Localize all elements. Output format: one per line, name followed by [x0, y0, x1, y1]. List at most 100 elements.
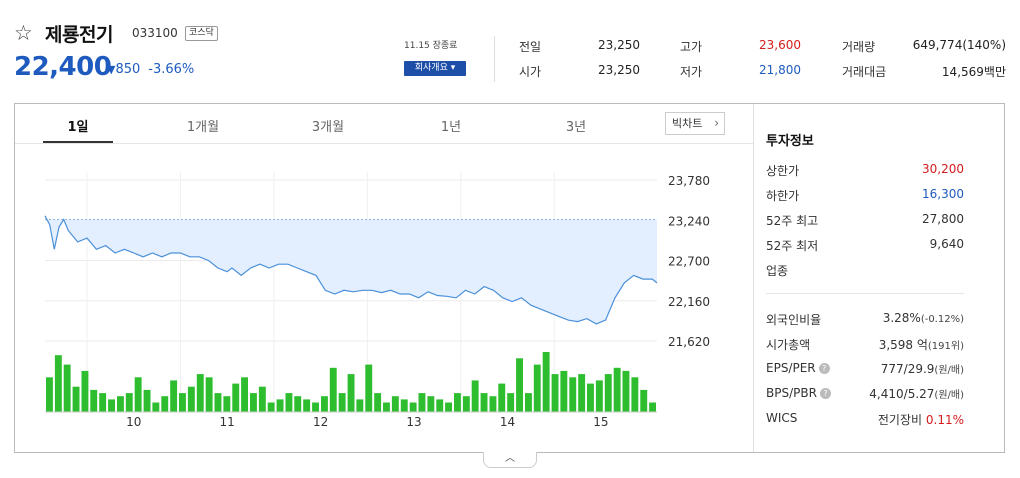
volume-bar [374, 393, 382, 412]
low-label: 저가 [680, 65, 703, 79]
volume-bar [223, 396, 231, 412]
x-tick-label: 15 [593, 415, 608, 429]
high-value: 23,600 [759, 38, 801, 52]
eps-per-number: 777/29.9 [880, 362, 935, 376]
volume-bar [312, 402, 319, 412]
volume-bar [250, 393, 257, 412]
volume-bar [489, 396, 497, 412]
volume-bar [196, 374, 204, 412]
52w-high-label: 52주 최고 [766, 214, 819, 228]
x-tick-label: 10 [126, 415, 141, 429]
volume-label: 거래량 [842, 40, 876, 54]
volume-bar [356, 399, 364, 412]
stock-header: ☆ 제룡전기 033100 코스닥 22,400 ▼850 -3.66% 11.1… [0, 0, 1020, 100]
help-icon[interactable]: ? [819, 388, 831, 399]
wics-row: WICS 전기장비 0.11% [766, 411, 964, 429]
volume-bar [347, 374, 355, 412]
market-cap-label: 시가총액 [766, 338, 811, 352]
volume-bar [640, 389, 648, 412]
market-cap-value: 3,598 억(191위) [879, 336, 964, 353]
side-separator [766, 293, 964, 294]
volume-bar [578, 374, 586, 412]
collapse-button[interactable]: ︿ [483, 452, 537, 468]
amount-label: 거래대금 [842, 65, 887, 79]
favorite-star-icon[interactable]: ☆ [14, 22, 36, 44]
volume-bar [436, 399, 444, 412]
52w-low-label: 52주 최저 [766, 239, 819, 253]
x-tick-label: 14 [500, 415, 515, 429]
open-value: 23,250 [598, 63, 640, 77]
volume-bar [391, 396, 399, 412]
volume-bar [471, 380, 479, 412]
eps-per-label: EPS/PER? [766, 361, 830, 375]
volume-bar [507, 393, 515, 412]
volume-bar [525, 393, 532, 412]
x-tick-label: 13 [406, 415, 421, 429]
volume-bar [533, 364, 541, 412]
price-chart[interactable]: 23,780 23,240 22,700 22,160 21,620 10 11 12 13 14… [15, 104, 753, 452]
high-label: 고가 [680, 40, 703, 54]
volume-bar [134, 377, 142, 412]
wics-sector[interactable]: 전기장비 [878, 413, 922, 427]
volume-bar [551, 374, 559, 412]
bps-pbr-value: 4,410/5.27(원/배) [869, 386, 964, 401]
lower-limit-value: 16,300 [922, 187, 964, 201]
52w-high-row: 52주 최고 27,800 [766, 212, 964, 230]
volume-bar [400, 399, 408, 412]
industry-label[interactable]: 업종 [766, 262, 788, 279]
volume-bar [125, 393, 133, 412]
volume-bar [258, 386, 266, 412]
volume-bar [418, 393, 426, 412]
volume-bar [427, 396, 435, 412]
volume-bar [187, 386, 195, 412]
volume-bar [241, 377, 248, 412]
volume-bar [321, 396, 328, 412]
wics-value: 전기장비 0.11% [878, 411, 964, 428]
volume-bar [498, 383, 506, 412]
52w-low-row: 52주 최저 9,640 [766, 237, 964, 255]
foreign-ratio-label: 외국인비율 [766, 313, 822, 327]
market-cap-rank: (191위) [927, 341, 964, 352]
eps-per-text: EPS/PER [766, 361, 816, 375]
foreign-ratio-number: 3.28% [882, 311, 921, 325]
volume-bar [454, 393, 461, 412]
volume-bar [205, 377, 213, 412]
volume-bar [445, 402, 452, 412]
foreign-ratio-change: (-0.12%) [920, 314, 964, 325]
y-tick-label: 22,160 [668, 295, 710, 309]
volume-bar [117, 396, 124, 412]
open-label: 시가 [519, 65, 542, 79]
low-value: 21,800 [759, 63, 801, 77]
volume-bar [170, 380, 178, 412]
bps-pbr-row: BPS/PBR? 4,410/5.27(원/배) [766, 386, 964, 404]
volume-bar [285, 393, 293, 412]
volume-bar [99, 393, 107, 412]
volume-bar [143, 389, 151, 412]
company-info-button[interactable]: 회사개요 ▾ [404, 61, 466, 76]
volume-bar [161, 396, 169, 412]
change-amount: 850 [115, 62, 141, 77]
x-tick-label: 11 [220, 415, 235, 429]
volume-bar [54, 355, 62, 412]
volume-bar [613, 367, 621, 412]
bps-pbr-number: 4,410/5.27 [869, 387, 935, 401]
volume-bar [587, 383, 594, 412]
stock-code: 033100 [132, 26, 178, 40]
volume-bar [649, 402, 656, 412]
prev-close-value: 23,250 [598, 38, 640, 52]
volume-bar [560, 370, 568, 412]
volume-bar [267, 402, 275, 412]
volume-bar [303, 399, 311, 412]
help-icon[interactable]: ? [818, 363, 830, 374]
price-change: ▼850 -3.66% [107, 62, 194, 77]
foreign-ratio-value: 3.28%(-0.12%) [883, 311, 964, 325]
volume-bar [46, 377, 53, 412]
price-area-fill [45, 215, 657, 324]
volume-bar [622, 370, 630, 412]
volume-bar [516, 358, 523, 412]
lower-limit-label: 하한가 [766, 189, 800, 203]
volume-bar [179, 393, 186, 412]
chevron-up-icon: ︿ [505, 453, 515, 464]
investment-info-title: 투자정보 [766, 134, 814, 149]
bps-pbr-label: BPS/PBR? [766, 386, 831, 400]
